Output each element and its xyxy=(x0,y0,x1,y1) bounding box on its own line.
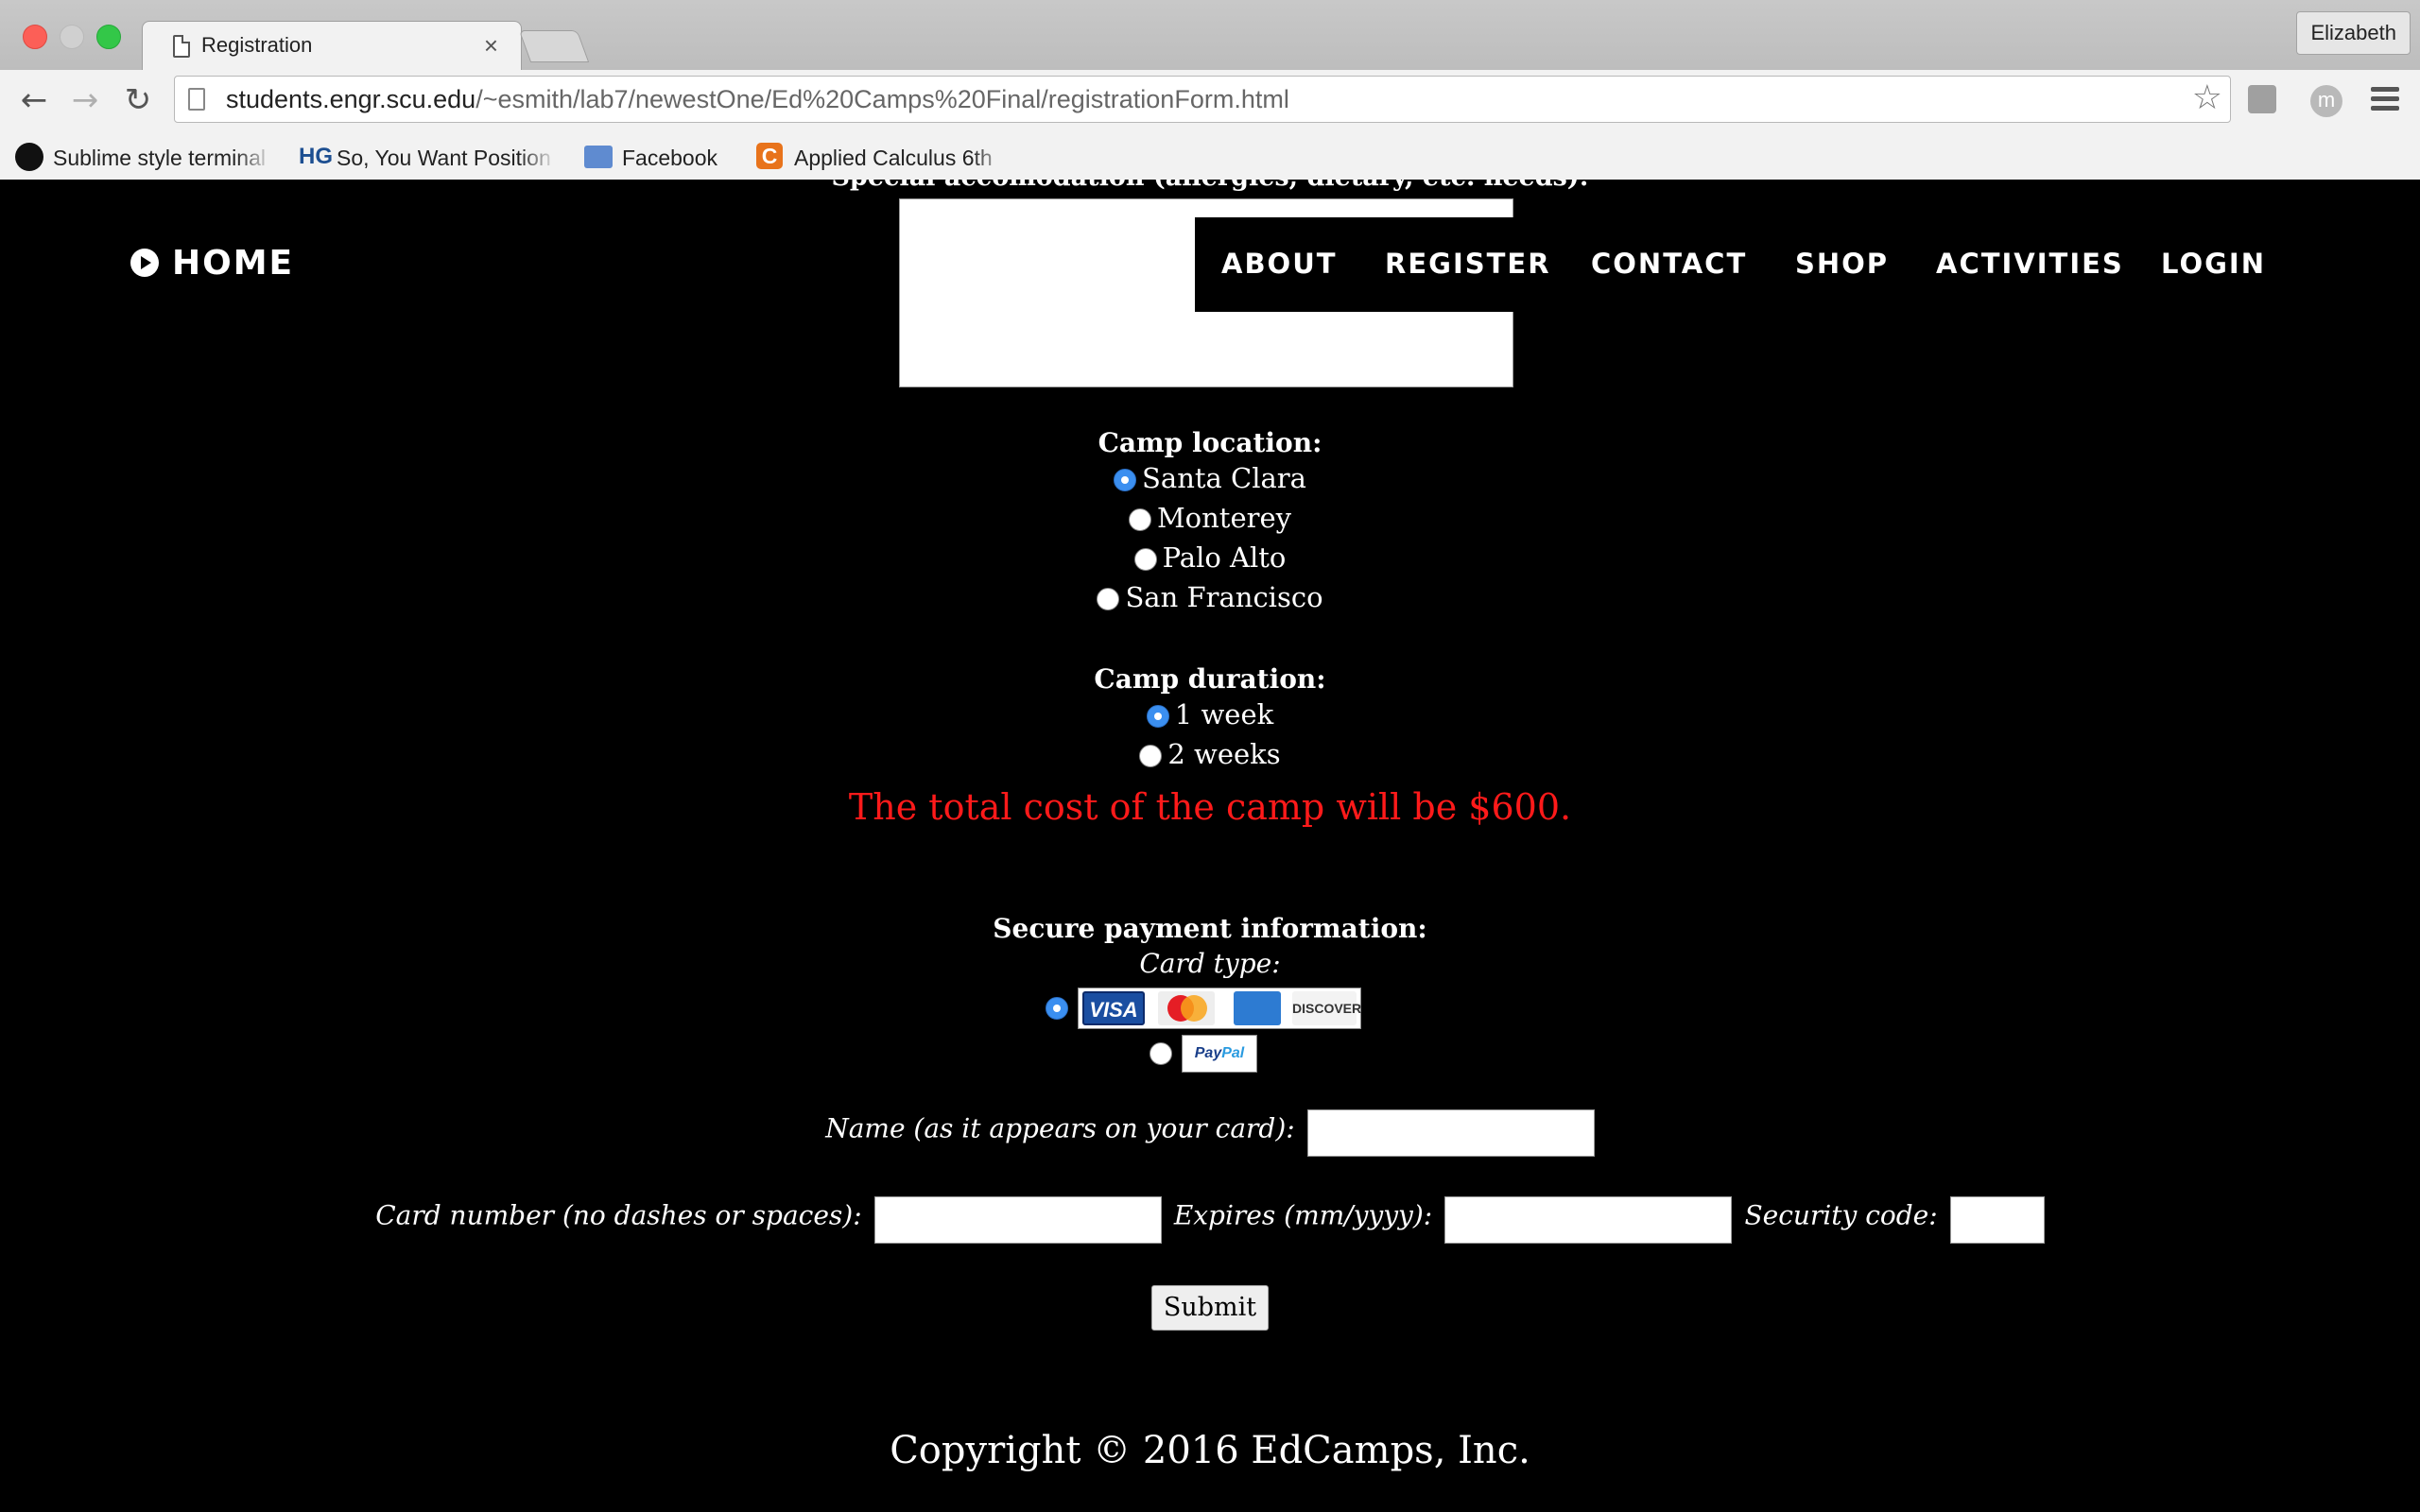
cardholder-name-input[interactable] xyxy=(1306,1109,1595,1157)
minimize-window-button[interactable] xyxy=(60,25,84,49)
payment-section: Secure payment information: Card type: xyxy=(0,913,2420,979)
discover-icon: DISCOVER xyxy=(1292,991,1361,1025)
bookmark-star-icon[interactable]: ☆ xyxy=(2192,78,2222,117)
credit-cards-logo[interactable]: VISA DISCOVER xyxy=(1078,988,1361,1029)
reload-button[interactable]: ↻ xyxy=(117,79,159,121)
tab-registration[interactable]: Registration × xyxy=(142,21,522,72)
radio-palo-alto[interactable] xyxy=(1133,548,1157,571)
bookmark-label: Applied Calculus 6th xyxy=(794,146,993,170)
camp-location-label: Camp location: xyxy=(1098,427,1322,458)
close-window-button[interactable] xyxy=(23,25,47,49)
radio-santa-clara[interactable] xyxy=(1114,469,1137,491)
url-path: /~esmith/lab7/newestOne/Ed%20Camps%20Fin… xyxy=(475,85,1289,113)
home-link[interactable]: HOME xyxy=(130,244,294,283)
bookmark-facebook[interactable]: Facebook xyxy=(582,140,734,172)
amex-icon xyxy=(1234,991,1281,1025)
location-option[interactable]: Santa Clara xyxy=(0,458,2420,498)
new-tab-button[interactable] xyxy=(518,30,590,62)
extension-icon[interactable] xyxy=(2248,85,2276,113)
name-label: Name (as it appears on your card): xyxy=(825,1112,1295,1144)
option-label: Monterey xyxy=(1156,502,1292,534)
card-type-label: Card type: xyxy=(1139,948,1281,979)
profile-button[interactable]: Elizabeth xyxy=(2296,11,2411,55)
security-code-label: Security code: xyxy=(1744,1199,1938,1231)
submit-button[interactable]: Submit xyxy=(1151,1285,1269,1331)
bookmark-label: Facebook xyxy=(622,146,718,170)
copyright-footer: Copyright © 2016 EdCamps, Inc. xyxy=(890,1429,1530,1472)
option-label: Palo Alto xyxy=(1162,541,1287,574)
paypal-logo-text: Pal xyxy=(1221,1045,1245,1061)
radio-monterey[interactable] xyxy=(1128,508,1151,531)
card-details-row: Card number (no dashes or spaces): Expir… xyxy=(0,1196,2420,1244)
security-code-input[interactable] xyxy=(1949,1196,2045,1244)
paypal-logo-text: Pay xyxy=(1194,1045,1222,1061)
radio-san-francisco[interactable] xyxy=(1097,588,1120,610)
tab-title: Registration xyxy=(201,33,313,57)
radio-1-week[interactable] xyxy=(1146,705,1169,728)
folder-icon xyxy=(584,146,613,168)
c-icon: C xyxy=(756,143,783,169)
card-number-input[interactable] xyxy=(873,1196,1162,1244)
expires-input[interactable] xyxy=(1444,1196,1733,1244)
url-text[interactable]: students.engr.scu.edu/~esmith/lab7/newes… xyxy=(226,85,1289,114)
location-option[interactable]: Monterey xyxy=(0,498,2420,538)
option-label: 2 weeks xyxy=(1167,738,1281,770)
forward-button[interactable]: → xyxy=(64,79,106,121)
nav-activities[interactable]: ACTIVITIES xyxy=(1936,248,2124,280)
visa-icon: VISA xyxy=(1082,991,1145,1025)
payment-label: Secure payment information: xyxy=(993,913,1427,944)
duration-option[interactable]: 2 weeks xyxy=(0,734,2420,774)
maximize-window-button[interactable] xyxy=(96,25,121,49)
camp-duration-group: Camp duration: 1 week 2 weeks xyxy=(0,663,2420,774)
page-content: Special accomodation (allergies, dietary… xyxy=(0,180,2420,1512)
url-host: students.engr.scu.edu xyxy=(226,85,476,113)
back-button[interactable]: ← xyxy=(13,79,55,121)
paypal-logo[interactable]: PayPal xyxy=(1182,1035,1257,1073)
option-label: 1 week xyxy=(1174,698,1274,730)
bookmark-sublime[interactable]: Sublime style terminal xyxy=(13,140,273,172)
camp-duration-label: Camp duration: xyxy=(1094,663,1326,695)
bookmarks-bar: Sublime style terminal HG So, You Want P… xyxy=(0,132,2420,180)
browser-chrome: Registration × Elizabeth ← → ↻ students.… xyxy=(0,0,2420,180)
camp-location-group: Camp location: Santa Clara Monterey Palo… xyxy=(0,427,2420,617)
radio-paypal[interactable] xyxy=(1150,1042,1172,1065)
location-option[interactable]: San Francisco xyxy=(0,577,2420,617)
document-icon xyxy=(173,35,190,58)
play-icon xyxy=(130,249,159,277)
tab-close-button[interactable]: × xyxy=(484,31,498,60)
account-extension-icon[interactable]: m xyxy=(2310,85,2342,117)
address-bar[interactable]: students.engr.scu.edu/~esmith/lab7/newes… xyxy=(174,76,2231,123)
total-cost-message: The total cost of the camp will be $600. xyxy=(848,786,1572,828)
mastercard-icon xyxy=(1158,991,1215,1025)
bookmark-position[interactable]: HG So, You Want Position xyxy=(297,140,557,172)
duration-option[interactable]: 1 week xyxy=(0,695,2420,734)
radio-2-weeks[interactable] xyxy=(1139,745,1163,767)
site-navigation: HOME ABOUT REGISTER CONTACT SHOP ACTIVIT… xyxy=(0,180,2420,312)
option-label: San Francisco xyxy=(1125,581,1323,613)
bookmark-calculus[interactable]: C Applied Calculus 6th xyxy=(754,140,1010,172)
card-number-label: Card number (no dashes or spaces): xyxy=(375,1199,862,1231)
page-icon xyxy=(188,88,205,111)
menu-icon[interactable] xyxy=(2371,87,2399,113)
nav-about[interactable]: ABOUT xyxy=(1221,248,1338,280)
nav-register[interactable]: REGISTER xyxy=(1385,248,1551,280)
location-option[interactable]: Palo Alto xyxy=(0,538,2420,577)
nav-shop[interactable]: SHOP xyxy=(1795,248,1889,280)
radio-credit-card[interactable] xyxy=(1046,997,1068,1020)
home-label: HOME xyxy=(172,244,295,283)
github-icon xyxy=(15,143,43,171)
nav-contact[interactable]: CONTACT xyxy=(1591,248,1747,280)
option-label: Santa Clara xyxy=(1142,462,1306,494)
name-row: Name (as it appears on your card): xyxy=(0,1109,2420,1157)
bookmark-label: Sublime style terminal xyxy=(53,146,266,170)
expires-label: Expires (mm/yyyy): xyxy=(1173,1199,1433,1231)
hg-icon: HG xyxy=(299,144,333,169)
tab-strip: Registration × Elizabeth xyxy=(0,0,2420,72)
nav-login[interactable]: LOGIN xyxy=(2161,248,2266,280)
browser-toolbar: ← → ↻ students.engr.scu.edu/~esmith/lab7… xyxy=(0,70,2420,132)
